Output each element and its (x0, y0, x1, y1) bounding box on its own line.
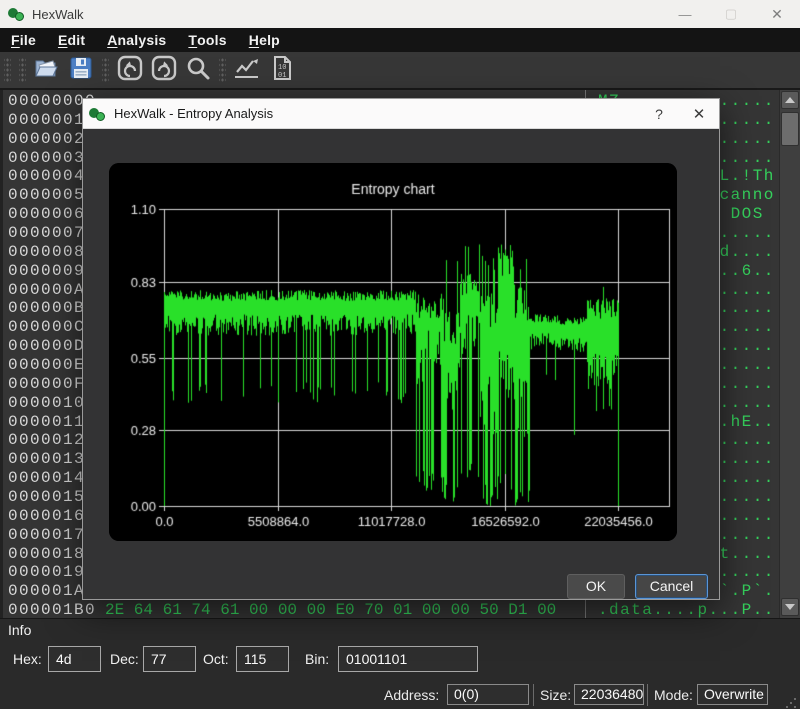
undo-button[interactable] (115, 55, 145, 85)
statusbar-separator (647, 684, 648, 706)
maximize-button[interactable]: ▢ (708, 0, 754, 28)
scroll-down-button[interactable] (781, 598, 799, 616)
svg-text:01: 01 (278, 72, 286, 80)
binary-analysis-button[interactable]: 10 01 (266, 55, 296, 85)
entropy-chart-panel (109, 163, 677, 541)
open-file-button[interactable] (32, 55, 62, 85)
menu-item-file[interactable]: File (0, 28, 47, 52)
scrollbar-thumb[interactable] (781, 112, 799, 146)
minimize-button[interactable]: — (662, 0, 708, 28)
info-panel-title: Info (8, 622, 31, 638)
oct-field[interactable]: 115 (236, 646, 289, 672)
dialog-titlebar[interactable]: HexWalk - Entropy Analysis ? ✕ (83, 99, 719, 129)
info-panel: Info Hex: 4d Dec: 77 Oct: 115 Bin: 01001… (0, 618, 800, 682)
size-value: 22036480 (574, 684, 644, 705)
hexwalk-logo-icon (89, 106, 107, 122)
bin-field-label: Bin: (305, 651, 329, 667)
toolbar-grip[interactable] (4, 57, 11, 83)
search-button[interactable] (183, 55, 213, 85)
svg-text:10: 10 (278, 64, 286, 72)
redo-button[interactable] (149, 55, 179, 85)
window-title: HexWalk (32, 7, 84, 22)
statusbar-separator (533, 684, 534, 706)
binary-file-icon: 10 01 (269, 55, 293, 86)
menu-item-analysis[interactable]: Analysis (96, 28, 177, 52)
line-chart-icon (233, 56, 261, 85)
toolbar: 10 01 (0, 52, 800, 90)
dialog-close-button[interactable]: ✕ (679, 99, 719, 129)
hex-ascii[interactable]: .data....p...P.. (598, 601, 775, 618)
floppy-save-icon (69, 56, 93, 85)
status-bar: Address: 0(0) Size: 22036480 Mode: Overw… (0, 682, 800, 709)
hex-row[interactable]: 000001B0 2E 64 61 74 61 00 00 00 E0 70 01… (3, 601, 800, 618)
hex-field[interactable]: 4d (48, 646, 101, 672)
hex-address: 000001B0 (8, 601, 96, 618)
dec-field[interactable]: 77 (143, 646, 196, 672)
hexwalk-window: HexWalk — ▢ ✕ FileEditAnalysisToolsHelp (0, 0, 800, 709)
ok-button[interactable]: OK (567, 574, 625, 599)
hex-bytes[interactable]: 2E 64 61 74 61 00 00 00 E0 70 01 00 00 5… (105, 601, 556, 618)
arrow-down-icon (785, 604, 795, 610)
hex-field-label: Hex: (13, 651, 42, 667)
size-label: Size: (540, 687, 571, 703)
vertical-scrollbar[interactable] (779, 90, 800, 618)
address-value: 0(0) (447, 684, 529, 705)
menu-item-tools[interactable]: Tools (177, 28, 237, 52)
mode-value: Overwrite (697, 684, 768, 705)
window-titlebar[interactable]: HexWalk — ▢ ✕ (0, 0, 800, 28)
cancel-button[interactable]: Cancel (635, 574, 708, 599)
menu-item-edit[interactable]: Edit (47, 28, 96, 52)
toolbar-grip[interactable] (19, 57, 26, 83)
resize-grip-icon[interactable] (786, 698, 796, 708)
bin-field[interactable]: 01001101 (338, 646, 478, 672)
undo-icon (117, 55, 143, 86)
search-icon (185, 55, 211, 86)
toolbar-grip[interactable] (219, 57, 226, 83)
entropy-chart-button[interactable] (232, 55, 262, 85)
save-file-button[interactable] (66, 55, 96, 85)
address-label: Address: (384, 687, 439, 703)
arrow-up-icon (785, 97, 795, 103)
entropy-chart-canvas (109, 163, 677, 541)
scroll-up-button[interactable] (781, 91, 799, 109)
dialog-help-button[interactable]: ? (639, 99, 679, 129)
redo-icon (151, 55, 177, 86)
menu-item-help[interactable]: Help (238, 28, 291, 52)
menu-bar: FileEditAnalysisToolsHelp (0, 28, 800, 52)
dec-field-label: Dec: (110, 651, 139, 667)
dialog-title: HexWalk - Entropy Analysis (114, 106, 273, 121)
close-button[interactable]: ✕ (754, 0, 800, 28)
entropy-analysis-dialog: HexWalk - Entropy Analysis ? ✕ OK Cancel (82, 98, 720, 600)
toolbar-grip[interactable] (102, 57, 109, 83)
open-folder-icon (34, 56, 60, 85)
mode-label: Mode: (654, 687, 693, 703)
hexwalk-logo-icon (8, 6, 26, 22)
oct-field-label: Oct: (203, 651, 229, 667)
